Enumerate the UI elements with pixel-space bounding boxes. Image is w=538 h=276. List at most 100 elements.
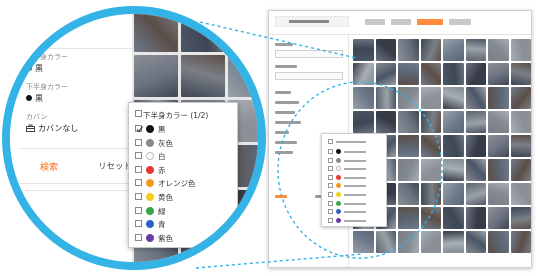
result-thumbnail[interactable]: [465, 207, 486, 229]
result-thumbnail[interactable]: [465, 183, 486, 205]
lower-color-value[interactable]: 黒: [26, 93, 43, 104]
result-thumbnail[interactable]: [488, 159, 509, 181]
checkbox[interactable]: [135, 152, 142, 160]
color-option[interactable]: 青: [135, 218, 235, 229]
result-thumbnail[interactable]: [420, 183, 441, 205]
result-thumbnail[interactable]: [420, 63, 441, 85]
checkbox[interactable]: [135, 165, 142, 173]
reset-button[interactable]: リセット: [98, 160, 132, 172]
result-thumbnail[interactable]: [375, 87, 396, 109]
result-thumbnail[interactable]: [510, 159, 531, 181]
result-thumbnail[interactable]: [398, 39, 419, 61]
result-thumbnail[interactable]: [488, 39, 509, 61]
checkbox-checked[interactable]: [135, 125, 143, 133]
result-thumbnail[interactable]: [398, 111, 419, 133]
zoom-thumbnail[interactable]: [228, 14, 258, 52]
result-thumbnail[interactable]: [420, 111, 441, 133]
bag-value[interactable]: カバンなし: [26, 123, 78, 134]
result-thumbnail[interactable]: [398, 207, 419, 229]
result-thumbnail[interactable]: [420, 231, 441, 253]
result-thumbnail[interactable]: [465, 39, 486, 61]
result-thumbnail[interactable]: [465, 231, 486, 253]
result-thumbnail[interactable]: [443, 63, 464, 85]
result-thumbnail[interactable]: [465, 111, 486, 133]
result-thumbnail[interactable]: [420, 159, 441, 181]
result-thumbnail[interactable]: [375, 39, 396, 61]
checkbox[interactable]: [135, 206, 142, 214]
result-thumbnail[interactable]: [488, 63, 509, 85]
result-thumbnail[interactable]: [488, 207, 509, 229]
result-thumbnail[interactable]: [443, 183, 464, 205]
zoom-thumbnail[interactable]: [181, 55, 225, 97]
result-thumbnail[interactable]: [398, 183, 419, 205]
result-thumbnail[interactable]: [510, 39, 531, 61]
search-button[interactable]: 検索: [40, 160, 58, 173]
result-thumbnail[interactable]: [375, 111, 396, 133]
result-thumbnail[interactable]: [353, 63, 374, 85]
result-thumbnail[interactable]: [443, 39, 464, 61]
result-thumbnail[interactable]: [375, 231, 396, 253]
result-thumbnail[interactable]: [353, 87, 374, 109]
result-thumbnail[interactable]: [443, 135, 464, 157]
color-option[interactable]: 白: [135, 150, 235, 161]
checkbox[interactable]: [135, 138, 142, 146]
tab-placeholder[interactable]: [449, 19, 471, 25]
result-thumbnail[interactable]: [488, 135, 509, 157]
result-thumbnail[interactable]: [510, 135, 531, 157]
color-option[interactable]: 緑: [135, 205, 235, 216]
result-thumbnail[interactable]: [398, 135, 419, 157]
color-option[interactable]: 黄色: [135, 191, 235, 202]
result-thumbnail[interactable]: [488, 111, 509, 133]
result-thumbnail[interactable]: [465, 159, 486, 181]
result-thumbnail[interactable]: [398, 63, 419, 85]
result-thumbnail[interactable]: [510, 111, 531, 133]
result-thumbnail[interactable]: [465, 87, 486, 109]
color-option[interactable]: 赤: [135, 164, 235, 175]
result-thumbnail[interactable]: [398, 159, 419, 181]
result-thumbnail[interactable]: [443, 207, 464, 229]
result-thumbnail[interactable]: [465, 135, 486, 157]
result-thumbnail[interactable]: [420, 39, 441, 61]
result-thumbnail[interactable]: [510, 207, 531, 229]
color-option[interactable]: オレンジ色: [135, 177, 235, 188]
result-thumbnail[interactable]: [443, 111, 464, 133]
tab-placeholder[interactable]: [365, 19, 385, 25]
result-thumbnail[interactable]: [420, 207, 441, 229]
color-option-label: 黄色: [158, 193, 173, 202]
color-option[interactable]: 黒: [135, 123, 235, 134]
result-thumbnail[interactable]: [510, 183, 531, 205]
result-thumbnail[interactable]: [465, 63, 486, 85]
result-thumbnail[interactable]: [353, 231, 374, 253]
result-thumbnail[interactable]: [443, 231, 464, 253]
checkbox[interactable]: [135, 233, 142, 241]
zoom-thumbnail[interactable]: [181, 14, 225, 52]
tab-placeholder[interactable]: [391, 19, 411, 25]
result-thumbnail[interactable]: [420, 87, 441, 109]
result-thumbnail[interactable]: [488, 231, 509, 253]
upper-color-value[interactable]: 黒: [26, 63, 43, 74]
zoom-thumbnail[interactable]: [228, 55, 258, 97]
checkbox[interactable]: [135, 193, 142, 200]
result-thumbnail[interactable]: [398, 231, 419, 253]
color-option[interactable]: 灰色: [135, 137, 235, 148]
checkbox[interactable]: [135, 220, 142, 228]
result-thumbnail[interactable]: [510, 87, 531, 109]
result-thumbnail[interactable]: [420, 135, 441, 157]
result-thumbnail[interactable]: [510, 63, 531, 85]
zoom-thumbnail[interactable]: [134, 55, 178, 97]
result-thumbnail[interactable]: [488, 183, 509, 205]
color-option[interactable]: 紫色: [135, 232, 235, 243]
checkbox[interactable]: [135, 179, 142, 187]
result-thumbnail[interactable]: [443, 87, 464, 109]
result-thumbnail[interactable]: [510, 231, 531, 253]
result-thumbnail[interactable]: [353, 39, 374, 61]
mini-color-option: [328, 200, 378, 207]
result-thumbnail[interactable]: [443, 159, 464, 181]
result-thumbnail[interactable]: [375, 63, 396, 85]
result-thumbnail[interactable]: [353, 111, 374, 133]
result-thumbnail[interactable]: [488, 87, 509, 109]
tab-placeholder-active[interactable]: [417, 19, 443, 25]
result-thumbnail[interactable]: [398, 87, 419, 109]
zoom-thumbnail[interactable]: [134, 14, 178, 52]
select-all-checkbox[interactable]: [135, 110, 142, 117]
